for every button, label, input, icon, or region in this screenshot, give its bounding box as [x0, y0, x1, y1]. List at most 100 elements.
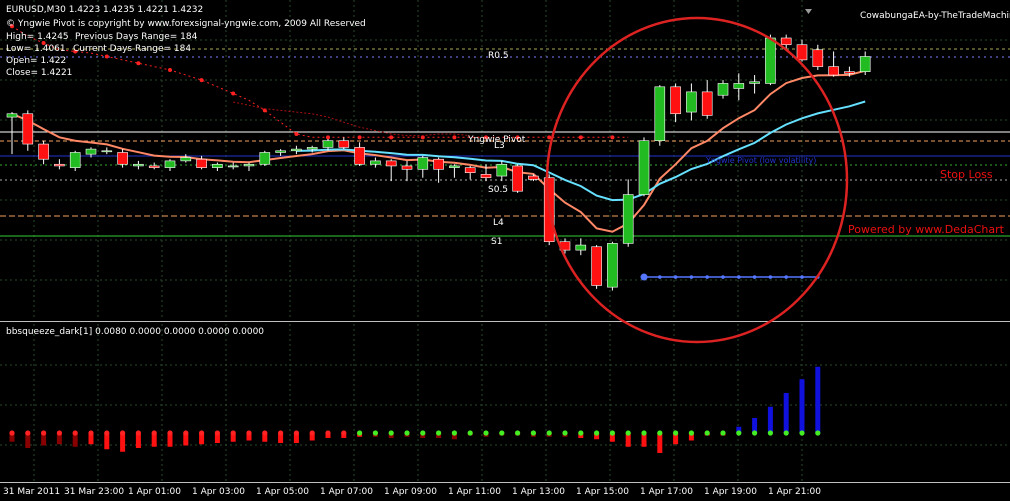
- indicator-label: bbsqueeze_dark[1] 0.0080 0.0000 0.0000 0…: [6, 327, 264, 337]
- candle-body: [780, 37, 792, 46]
- close-value: Close= 1.4221: [6, 68, 72, 78]
- squeeze-dot: [25, 430, 31, 436]
- candle-body: [749, 81, 760, 84]
- label-l3: L3: [494, 141, 505, 151]
- time-axis: 31 Mar 2011 31 Mar 23:00 1 Apr 01:00 1 Apr …: [3, 487, 821, 497]
- target-level-dot: [784, 275, 788, 279]
- squeeze-dot: [657, 430, 663, 436]
- target-level-dot: [640, 273, 648, 281]
- prior-pivot-dot: [199, 78, 204, 83]
- target-level-dot: [721, 275, 725, 279]
- candle-body: [180, 157, 192, 162]
- squeeze-dot: [515, 430, 521, 436]
- prior-pivot-dot: [452, 135, 457, 140]
- candle-body: [859, 56, 871, 72]
- target-level-dot: [737, 275, 741, 279]
- current-range-value: Current Days Range= 184: [73, 44, 191, 54]
- squeeze-dot: [41, 430, 47, 436]
- candle-body: [385, 160, 397, 167]
- time-axis-label: 1 Apr 09:00: [384, 487, 437, 497]
- candle-body: [133, 163, 144, 167]
- candle-body: [796, 44, 808, 61]
- target-level-dot: [705, 275, 709, 279]
- candle-body: [69, 152, 81, 168]
- label-s05: S0.5: [488, 185, 508, 195]
- indicator-panel[interactable]: [0, 324, 1010, 482]
- squeeze-dot: [293, 430, 299, 436]
- time-axis-label: 1 Apr 07:00: [320, 487, 373, 497]
- candle-body: [417, 157, 429, 170]
- squeeze-dot: [815, 430, 821, 436]
- candle-body: [449, 165, 460, 168]
- time-axis-label: 1 Apr 15:00: [576, 487, 629, 497]
- candle-body: [607, 243, 618, 288]
- squeeze-dot: [199, 430, 205, 436]
- prior-pivot-dot: [578, 135, 583, 140]
- squeeze-dot: [673, 430, 679, 436]
- squeeze-dot: [151, 430, 157, 436]
- time-axis-label: 1 Apr 19:00: [704, 487, 757, 497]
- candle-body: [670, 86, 681, 115]
- squeeze-dot: [546, 430, 552, 436]
- squeeze-dot: [309, 430, 315, 436]
- squeeze-bar: [815, 366, 821, 433]
- copyright-line: © Yngwie Pivot is copyright by www.forex…: [6, 19, 366, 29]
- candle-body: [38, 143, 49, 160]
- candle-body: [591, 246, 602, 286]
- high-value: High= 1.4245: [6, 32, 69, 42]
- chart-window[interactable]: EURUSD,M30 1.4223 1.4235 1.4221 1.4232 ©…: [0, 0, 1010, 497]
- candle-body: [227, 165, 239, 168]
- squeeze-dot: [135, 430, 141, 436]
- candle-body: [765, 37, 776, 84]
- squeeze-bar: [767, 406, 773, 433]
- label-r05: R0.5: [488, 51, 509, 61]
- squeeze-dot: [578, 430, 584, 436]
- squeeze-dot: [325, 430, 331, 436]
- candle-body: [370, 160, 381, 165]
- squeeze-dot: [56, 430, 63, 436]
- target-level-dot: [658, 275, 662, 279]
- squeeze-dot: [262, 430, 268, 436]
- squeeze-dot: [183, 430, 189, 436]
- squeeze-dot: [120, 430, 126, 436]
- prior-pivot-dot: [547, 135, 552, 140]
- candle-body: [338, 140, 350, 148]
- squeeze-dot: [167, 430, 173, 436]
- candle-body: [496, 163, 508, 177]
- squeeze-dot: [720, 430, 726, 436]
- candle-body: [148, 165, 160, 168]
- time-axis-label: 1 Apr 01:00: [128, 487, 181, 497]
- target-level-dot: [689, 275, 694, 279]
- candle-body: [828, 66, 839, 76]
- prior-pivot-dot: [326, 135, 330, 140]
- prior-pivot-dot: [610, 135, 615, 140]
- squeeze-dot: [736, 430, 742, 436]
- target-level-dot: [768, 275, 773, 279]
- symbol-line: EURUSD,M30 1.4223 1.4235 1.4221 1.4232: [6, 5, 203, 15]
- candle-body: [306, 147, 318, 150]
- squeeze-bar: [657, 433, 663, 453]
- squeeze-dot: [594, 430, 600, 436]
- squeeze-bar: [120, 433, 126, 452]
- candle-body: [638, 140, 650, 195]
- chart-canvas[interactable]: EURUSD,M30 1.4223 1.4235 1.4221 1.4232 ©…: [0, 0, 1010, 497]
- candle-body: [354, 147, 365, 165]
- time-axis-label: 1 Apr 05:00: [256, 487, 309, 497]
- squeeze-dot: [688, 430, 695, 436]
- squeeze-dot: [404, 430, 410, 436]
- candle-body: [654, 86, 666, 141]
- squeeze-dot: [72, 430, 78, 436]
- prior-pivot-dot: [231, 91, 236, 96]
- candle-body: [812, 49, 824, 67]
- squeeze-dot: [641, 430, 647, 436]
- squeeze-dot: [799, 430, 805, 436]
- candle-body: [844, 71, 855, 74]
- candle-body: [117, 152, 128, 165]
- squeeze-dot: [530, 430, 537, 436]
- candle-body: [464, 167, 476, 173]
- target-level-dot: [800, 275, 804, 279]
- squeeze-dot: [625, 430, 631, 436]
- stop-loss-label: Stop Loss: [940, 168, 993, 181]
- prior-pivot-dot: [389, 135, 394, 140]
- time-axis-label: 31 Mar 2011: [3, 487, 60, 497]
